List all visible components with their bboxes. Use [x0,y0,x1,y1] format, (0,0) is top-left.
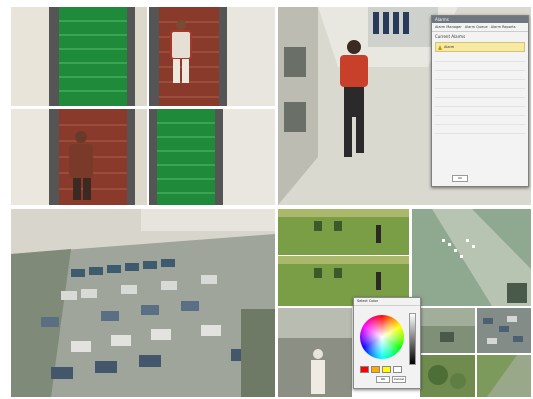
camera-field-1[interactable] [278,209,409,255]
list-item[interactable] [435,71,525,80]
camera-parking-lot[interactable] [11,209,275,397]
camera-escalator-3[interactable] [11,109,147,205]
camera-small-1[interactable] [420,308,475,353]
color-wheel[interactable] [360,315,404,359]
color-picker-title: Select Color [354,298,420,306]
warning-icon [438,44,442,50]
alarm-panel: Alarms Alarm Manager Alarm Queue Alarm R… [431,15,529,187]
list-item[interactable] [435,80,525,89]
camera-small-2[interactable] [477,308,531,353]
brightness-slider[interactable] [409,313,416,365]
alarm-panel-heading: Current Alarms [435,34,466,39]
alarm-panel-title: Alarms [432,16,528,23]
tab-alarm-manager[interactable]: Alarm Manager [435,25,462,29]
list-item[interactable] [435,107,525,116]
swatch-orange[interactable] [371,366,380,373]
list-item[interactable] [435,62,525,71]
camera-small-4[interactable] [477,355,531,397]
camera-escalator-1[interactable] [11,7,147,106]
list-item[interactable] [435,98,525,107]
alarm-list-item[interactable]: Alarm [435,42,525,52]
ok-button[interactable]: OK [376,376,390,383]
camera-small-3[interactable] [420,355,475,397]
cancel-button[interactable]: Cancel [392,376,406,383]
camera-corridor-2[interactable] [278,308,352,397]
camera-aerial-1[interactable] [412,209,531,306]
tab-alarm-queue[interactable]: Alarm Queue [465,25,488,29]
camera-escalator-4[interactable] [149,109,275,205]
list-item[interactable] [435,89,525,98]
swatch-white[interactable] [393,366,402,373]
swatch-red[interactable] [360,366,369,373]
ok-button[interactable]: OK [452,175,468,182]
list-item[interactable] [435,53,525,62]
alarm-panel-tabs: Alarm Manager Alarm Queue Alarm Reports [432,23,528,32]
tab-alarm-reports[interactable]: Alarm Reports [491,25,516,29]
color-swatches [360,366,402,373]
camera-escalator-2[interactable] [149,7,275,106]
list-item[interactable] [435,125,525,134]
color-picker-dialog: Select Color OK Cancel [353,297,421,389]
alarm-label: Alarm [444,45,455,49]
swatch-yellow[interactable] [382,366,391,373]
list-item[interactable] [435,116,525,125]
